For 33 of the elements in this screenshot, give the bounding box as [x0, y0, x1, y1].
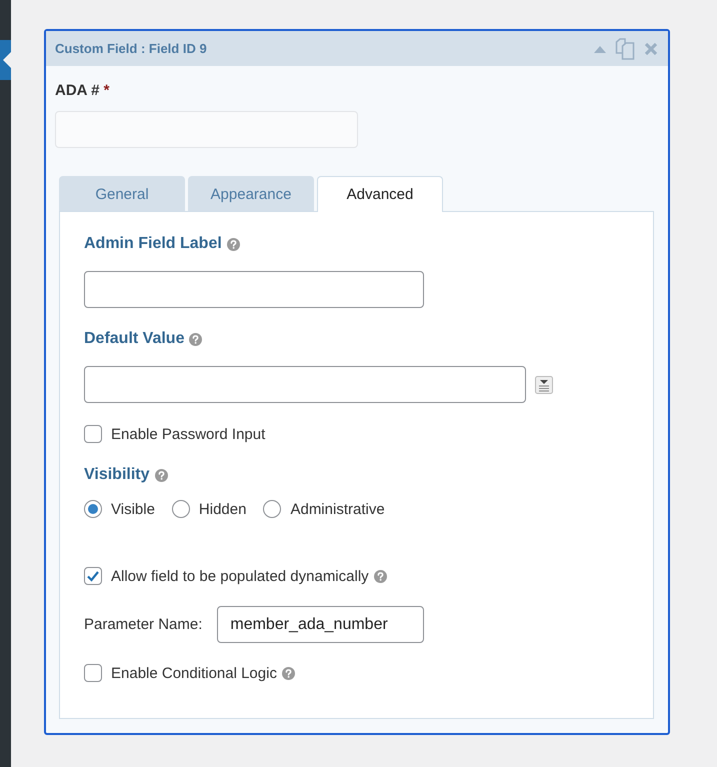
radio-button[interactable] [84, 500, 102, 518]
setting-label: Admin Field Label [84, 235, 222, 253]
required-mark: * [104, 82, 110, 99]
help-icon[interactable] [189, 332, 202, 346]
checkbox-label: Allow field to be populated dynamically [111, 568, 369, 584]
checkbox-label: Enable Password Input [111, 426, 266, 442]
radio-label: Visible [111, 500, 155, 518]
checkbox[interactable] [84, 425, 102, 443]
help-icon[interactable] [282, 666, 295, 680]
help-icon[interactable] [154, 468, 168, 482]
checkbox[interactable] [84, 567, 102, 585]
input-field[interactable]: member_ada_number [217, 606, 424, 643]
setting-label: Default Value [84, 330, 184, 348]
setting-label: Visibility [84, 466, 150, 484]
duplicate-icon[interactable] [615, 38, 635, 60]
merge-tag-icon[interactable] [535, 376, 553, 394]
tab[interactable]: Advanced [317, 176, 443, 212]
radio-label: Administrative [290, 500, 385, 518]
collapse-icon[interactable] [594, 44, 606, 52]
input-field[interactable] [84, 271, 424, 308]
panel-title: Custom Field : Field ID 9 [55, 41, 208, 56]
checkbox-label: Enable Conditional Logic [111, 664, 277, 682]
close-icon[interactable] [644, 42, 658, 56]
radio-button[interactable] [263, 500, 282, 518]
input-field[interactable] [84, 366, 526, 403]
help-icon[interactable] [226, 238, 240, 250]
parameter-label: Parameter Name: [84, 616, 202, 633]
radio-label: Hidden [198, 500, 246, 518]
help-icon[interactable] [374, 570, 387, 582]
checkbox[interactable] [84, 664, 102, 682]
radio-button[interactable] [172, 500, 190, 518]
active-menu-marker [0, 40, 11, 80]
field-label: ADA # * [55, 82, 110, 99]
